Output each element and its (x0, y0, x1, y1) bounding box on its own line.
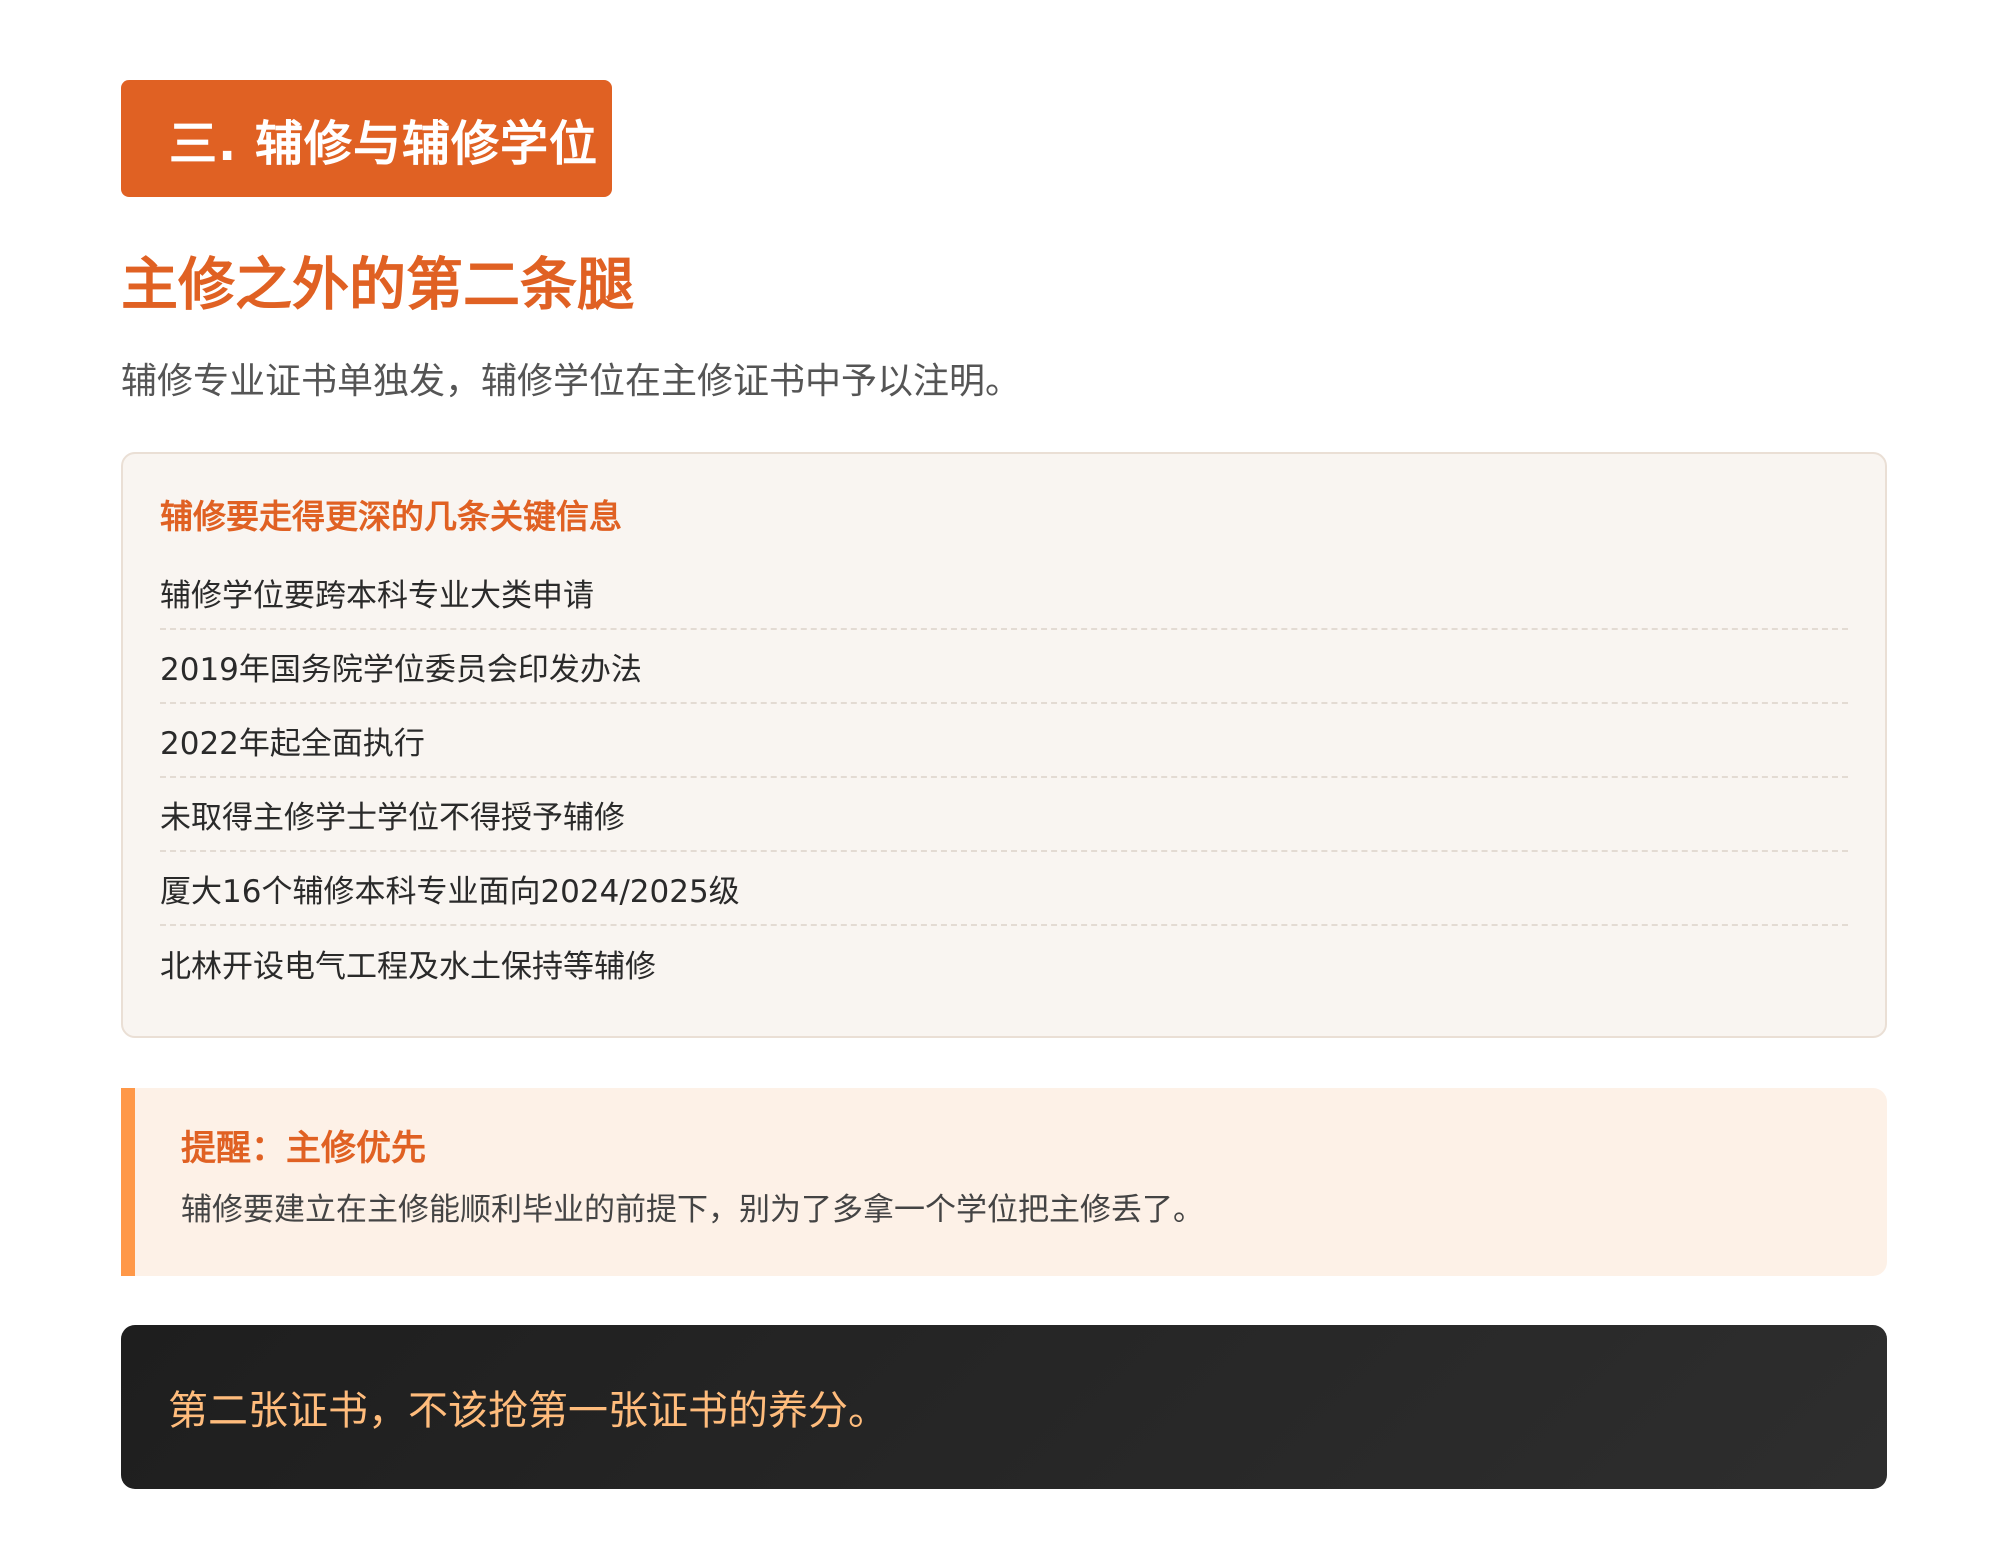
list-item: 辅修学位要跨本科专业大类申请 (160, 556, 1848, 630)
key-info-card: 辅修要走得更深的几条关键信息 辅修学位要跨本科专业大类申请 2019年国务院学位… (121, 452, 1887, 1038)
reminder-title: 提醒：主修优先 (181, 1129, 427, 1169)
reminder-callout: 提醒：主修优先 辅修要建立在主修能顺利毕业的前提下，别为了多拿一个学位把主修丢了… (121, 1088, 1887, 1276)
list-item: 2019年国务院学位委员会印发办法 (160, 630, 1848, 704)
key-info-list: 辅修学位要跨本科专业大类申请 2019年国务院学位委员会印发办法 2022年起全… (160, 556, 1848, 1000)
list-item: 厦大16个辅修本科专业面向2024/2025级 (160, 852, 1848, 926)
quote-block: 第二张证书，不该抢第一张证书的养分。 (121, 1325, 1887, 1489)
lead-paragraph: 辅修专业证书单独发，辅修学位在主修证书中予以注明。 (121, 361, 1022, 402)
section-badge: 三. 辅修与辅修学位 (121, 80, 612, 197)
document-page: 三. 辅修与辅修学位 主修之外的第二条腿 辅修专业证书单独发，辅修学位在主修证书… (0, 0, 2000, 1564)
reminder-text: 辅修要建立在主修能顺利毕业的前提下，别为了多拿一个学位把主修丢了。 (181, 1192, 1204, 1228)
key-info-card-title: 辅修要走得更深的几条关键信息 (160, 497, 622, 536)
page-heading: 主修之外的第二条腿 (121, 252, 634, 318)
quote-text: 第二张证书，不该抢第一张证书的养分。 (168, 1388, 888, 1434)
list-item: 北林开设电气工程及水土保持等辅修 (160, 948, 656, 985)
section-badge-label: 三. 辅修与辅修学位 (169, 115, 598, 172)
list-item: 2022年起全面执行 (160, 704, 1848, 778)
list-item: 未取得主修学士学位不得授予辅修 (160, 778, 1848, 852)
